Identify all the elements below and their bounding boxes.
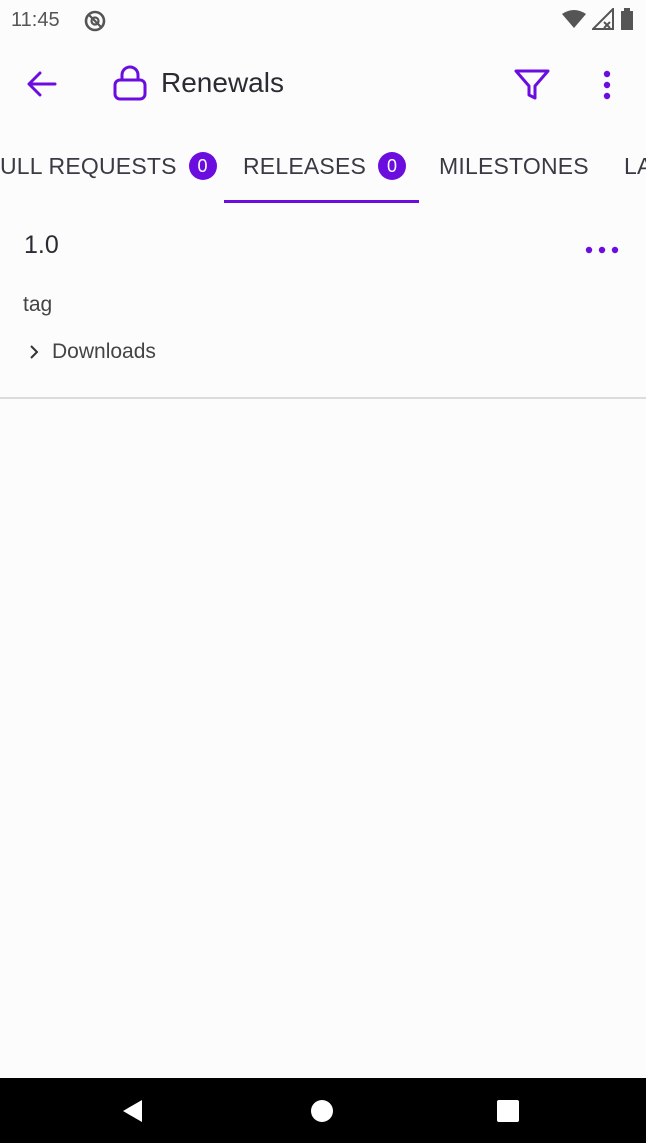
chevron-right-icon (30, 345, 39, 359)
battery-icon (621, 8, 633, 30)
back-triangle-icon (123, 1099, 142, 1122)
home-circle-icon (311, 1099, 333, 1122)
lock-icon (113, 65, 147, 101)
more-vertical-icon (603, 70, 611, 100)
do-not-disturb-icon (84, 10, 106, 32)
downloads-toggle[interactable]: Downloads (24, 340, 156, 364)
app-bar: Renewals (0, 40, 646, 128)
tab-label: MILESTONES (439, 152, 589, 179)
nav-home-button[interactable] (292, 1078, 352, 1143)
overflow-menu-button[interactable] (590, 64, 624, 106)
tab-badge: 0 (188, 152, 217, 180)
tab-labels[interactable]: LA (624, 128, 646, 204)
tab-label: RELEASES (243, 152, 367, 179)
tab-milestones[interactable]: MILESTONES (439, 128, 589, 204)
page-title: Renewals (161, 67, 284, 98)
filter-button[interactable] (511, 64, 553, 106)
tab-pull-requests[interactable]: ULL REQUESTS 0 (0, 128, 217, 204)
system-nav-bar (0, 1078, 646, 1143)
wifi-icon (562, 10, 586, 28)
tab-label: ULL REQUESTS (0, 152, 177, 179)
tab-releases[interactable]: RELEASES 0 (243, 128, 407, 204)
release-options-button[interactable] (578, 232, 626, 268)
tab-bar: ULL REQUESTS 0 RELEASES 0 MILESTONES LA (0, 128, 646, 204)
release-version: 1.0 (24, 231, 59, 259)
status-bar: 11:45 (0, 0, 646, 40)
status-time: 11:45 (11, 9, 60, 31)
filter-icon (514, 69, 550, 100)
tab-selected-indicator (224, 200, 419, 203)
more-horizontal-icon (585, 246, 619, 254)
downloads-label: Downloads (52, 340, 156, 363)
back-arrow-icon (27, 71, 57, 97)
tab-badge: 0 (378, 152, 407, 180)
signal-icon (592, 8, 614, 30)
release-list-item[interactable]: 1.0 tag Downloads (0, 204, 646, 399)
tab-label: LA (624, 152, 646, 179)
recents-square-icon (497, 1099, 519, 1122)
nav-back-button[interactable] (103, 1078, 163, 1143)
nav-recents-button[interactable] (478, 1078, 538, 1143)
release-tag: tag (23, 293, 53, 316)
status-icons (562, 8, 634, 30)
back-button[interactable] (22, 64, 62, 104)
